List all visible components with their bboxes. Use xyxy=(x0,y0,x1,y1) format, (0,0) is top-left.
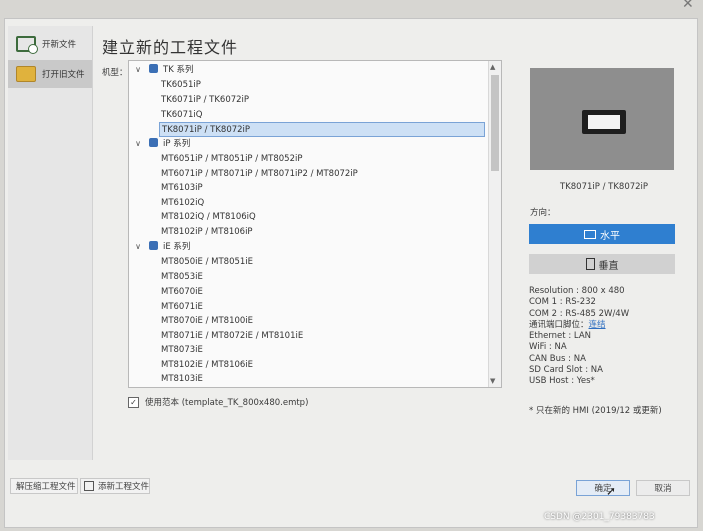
spec-wifi: WiFi : NA xyxy=(529,342,567,353)
new-file-icon xyxy=(16,36,38,54)
list-item[interactable]: MT6071iE xyxy=(161,300,203,314)
port-label: 通讯端口脚位： xyxy=(529,319,589,330)
portrait-icon xyxy=(585,258,595,270)
model-tree[interactable]: ∨ TK 系列 TK6051iP TK6071iP / TK6072iP TK60… xyxy=(128,60,502,388)
list-item[interactable]: TK6071iP / TK6072iP xyxy=(161,93,249,107)
add-file-icon xyxy=(84,481,94,491)
list-item[interactable]: MT6071iP / MT8071iP / MT8071iP2 / MT8072… xyxy=(161,167,358,181)
port-link[interactable]: 连结 xyxy=(589,320,606,330)
group-icon xyxy=(149,241,158,250)
group-label: iP 系列 xyxy=(163,139,191,149)
template-label: 使用范本 (template_TK_800x480.emtp) xyxy=(145,398,309,408)
horizontal-label: 水平 xyxy=(600,230,620,242)
cancel-label: 取消 xyxy=(654,484,672,494)
spec-com1: COM 1 : RS-232 xyxy=(529,297,596,308)
horizontal-button[interactable]: 水平 xyxy=(529,224,675,244)
ok-button[interactable]: 确定 xyxy=(576,480,630,496)
footnote: * 只在新的 HMI (2019/12 或更新) xyxy=(529,406,662,416)
landscape-icon xyxy=(584,229,596,239)
vertical-label: 垂直 xyxy=(598,260,619,272)
list-item[interactable]: MT6102iQ xyxy=(161,196,204,210)
model-label: 机型： xyxy=(102,68,128,78)
list-item[interactable]: MT6051iP / MT8051iP / MT8052iP xyxy=(161,152,302,166)
watermark: CSDN @2301_79383783 xyxy=(544,512,655,522)
group-icon xyxy=(149,64,158,73)
spec-ethernet: Ethernet : LAN xyxy=(529,331,591,342)
list-item[interactable]: TK6071iQ xyxy=(161,108,202,122)
tree-group-tk[interactable]: ∨ TK 系列 xyxy=(131,63,193,77)
group-icon xyxy=(149,138,158,147)
vertical-button[interactable]: 垂直 xyxy=(529,254,675,274)
scrollbar[interactable]: ▲ ▼ xyxy=(488,61,501,387)
list-item[interactable]: MT8103iE xyxy=(161,372,203,386)
spec-sdcard: SD Card Slot : NA xyxy=(529,365,603,376)
list-item[interactable]: MT8053iE xyxy=(161,270,203,284)
close-icon[interactable]: ✕ xyxy=(682,0,694,12)
spec-usbhost: USB Host : Yes* xyxy=(529,376,595,387)
list-item[interactable]: MT8102iE / MT8106iE xyxy=(161,358,253,372)
spec-port-pins: 通讯端口脚位：连结 xyxy=(529,320,629,331)
scrollbar-thumb[interactable] xyxy=(491,75,499,171)
group-label: TK 系列 xyxy=(163,65,194,75)
add-project-button[interactable]: 添新工程文件 xyxy=(80,478,150,494)
template-checkbox[interactable]: ✓ xyxy=(128,396,139,408)
list-item[interactable]: MT8071iE / MT8072iE / MT8101iE xyxy=(161,329,303,343)
template-option[interactable]: ✓ 使用范本 (template_TK_800x480.emtp) xyxy=(128,396,308,408)
chevron-down-icon[interactable]: ∨ xyxy=(131,137,145,151)
sidebar-item-label: 打开旧文件 xyxy=(42,70,85,80)
sidebar-item-label: 开新文件 xyxy=(42,40,77,50)
list-item[interactable]: MT8070iE / MT8100iE xyxy=(161,314,253,328)
hmi-device-icon xyxy=(582,110,626,134)
list-item-selected[interactable]: TK8071iP / TK8072iP xyxy=(159,122,485,137)
list-item[interactable]: MT6070iE xyxy=(161,285,203,299)
chevron-down-icon[interactable]: ∨ xyxy=(131,63,145,77)
spec-canbus: CAN Bus : NA xyxy=(529,353,586,364)
list-item[interactable]: MT6103iP xyxy=(161,181,203,195)
scroll-up-icon[interactable]: ▲ xyxy=(490,63,495,71)
group-label: iE 系列 xyxy=(163,242,191,252)
spec-list: Resolution : 800 x 480 COM 1 : RS-232 CO… xyxy=(529,286,629,388)
scroll-down-icon[interactable]: ▼ xyxy=(490,377,495,385)
unzip-label: 解压缩工程文件 xyxy=(16,482,76,492)
device-preview xyxy=(530,68,674,170)
tree-group-ip[interactable]: ∨ iP 系列 xyxy=(131,137,190,151)
preview-caption: TK8071iP / TK8072iP xyxy=(560,182,649,192)
folder-icon xyxy=(16,66,36,82)
list-item[interactable]: TK6051iP xyxy=(161,78,201,92)
spec-resolution: Resolution : 800 x 480 xyxy=(529,286,625,296)
add-label: 添新工程文件 xyxy=(98,482,150,492)
spec-com2: COM 2 : RS-485 2W/4W xyxy=(529,308,630,319)
chevron-down-icon[interactable]: ∨ xyxy=(131,240,145,254)
mouse-cursor-icon: ➚ xyxy=(606,484,617,498)
page-title: 建立新的工程文件 xyxy=(102,38,239,57)
list-item[interactable]: MT8102iP / MT8106iP xyxy=(161,225,253,239)
list-item[interactable]: MT8050iE / MT8051iE xyxy=(161,255,253,269)
sidebar: 开新文件 打开旧文件 xyxy=(8,26,93,460)
list-item[interactable]: MT8073iE xyxy=(161,343,203,357)
list-item[interactable]: MT8102iQ / MT8106iQ xyxy=(161,210,256,224)
tree-group-ie[interactable]: ∨ iE 系列 xyxy=(131,240,190,254)
cancel-button[interactable]: 取消 xyxy=(636,480,690,496)
sidebar-item-open-file[interactable]: 打开旧文件 xyxy=(8,60,92,88)
orientation-label: 方向： xyxy=(530,208,556,218)
unzip-project-button[interactable]: 解压缩工程文件 xyxy=(10,478,78,494)
sidebar-item-new-file[interactable]: 开新文件 xyxy=(8,30,92,58)
